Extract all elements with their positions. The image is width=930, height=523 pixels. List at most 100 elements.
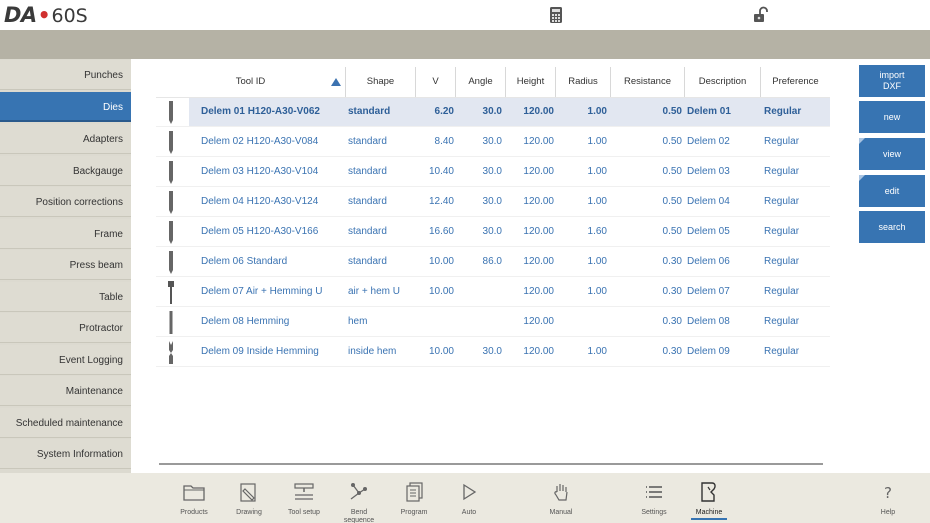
tool-setup-icon xyxy=(294,483,314,500)
table-row[interactable]: Delem 01 H120-A30-V062 standard 6.20 30.0 12… xyxy=(156,97,830,127)
table-row[interactable]: Delem 05 H120-A30-V166 standard 16.60 30.0 1… xyxy=(156,217,830,247)
cell-tool-id: Delem 03 H120-A30-V104 xyxy=(201,166,319,177)
sidebar-item-maintenance[interactable]: Maintenance xyxy=(0,376,131,406)
cell-preference: Regular xyxy=(764,166,800,177)
cell-tool-id: Delem 09 Inside Hemming xyxy=(201,346,319,357)
logo-brand: DA xyxy=(4,3,37,27)
table-header: Tool ID Shape V Angle Height Radius Resi… xyxy=(156,67,830,97)
cell-v: 10.00 xyxy=(428,286,454,297)
new-button[interactable]: new xyxy=(859,101,925,133)
table-row[interactable]: Delem 03 H120-A30-V104 standard 10.40 30.0 1… xyxy=(156,157,830,187)
cell-description: Delem 07 xyxy=(687,286,730,297)
sidebar-item-dies[interactable]: Dies xyxy=(0,92,131,122)
nav-label: Manual xyxy=(549,509,573,516)
sidebar-item-adapters[interactable]: Adapters xyxy=(0,124,131,154)
cell-resistance: 0.50 xyxy=(662,106,682,117)
help-icon: ? xyxy=(884,484,892,502)
cell-angle: 30.0 xyxy=(482,136,502,147)
sidebar-item-event-logging[interactable]: Event Logging xyxy=(0,345,131,375)
sidebar-item-press-beam[interactable]: Press beam xyxy=(0,250,131,280)
cell-angle: 30.0 xyxy=(482,166,502,177)
nav-bend-sequence[interactable]: Bend sequence xyxy=(335,474,383,523)
cell-resistance: 0.50 xyxy=(662,196,682,207)
cell-preference: Regular xyxy=(764,226,800,237)
sidebar-item-punches[interactable]: Punches xyxy=(0,60,131,90)
horizontal-scrollbar[interactable] xyxy=(159,463,823,465)
calculator-icon[interactable] xyxy=(547,6,565,24)
cell-v: 8.40 xyxy=(434,136,454,147)
nav-help[interactable]: ? Help xyxy=(864,474,912,522)
cell-height: 120.00 xyxy=(523,346,554,357)
cell-height: 120.00 xyxy=(523,226,554,237)
table-row[interactable]: Delem 04 H120-A30-V124 standard 12.40 30.0 1… xyxy=(156,187,830,217)
column-label: Tool ID xyxy=(235,76,266,87)
cell-tool-id: Delem 01 H120-A30-V062 xyxy=(201,106,320,117)
column-header-radius[interactable]: Radius xyxy=(556,67,611,97)
table-row[interactable]: Delem 08 Hemming hem 120.00 0.30 Delem 08 Reg… xyxy=(156,307,830,337)
nav-settings[interactable]: Settings xyxy=(630,474,678,522)
search-button[interactable]: search xyxy=(859,211,925,243)
cell-resistance: 0.50 xyxy=(662,166,682,177)
sidebar-item-backgauge[interactable]: Backgauge xyxy=(0,156,131,186)
column-header-preference[interactable]: Preference xyxy=(761,67,830,97)
cell-resistance: 0.30 xyxy=(662,316,682,327)
unlocked-padlock-icon[interactable] xyxy=(752,6,770,24)
cell-preference: Regular xyxy=(764,136,800,147)
import-dxf-button[interactable]: import DXF xyxy=(859,65,925,97)
cell-height: 120.00 xyxy=(523,286,554,297)
machine-icon xyxy=(701,482,716,502)
cell-preference: Regular xyxy=(764,286,800,297)
column-header-angle[interactable]: Angle xyxy=(456,67,506,97)
column-header-tool-id[interactable]: Tool ID xyxy=(156,67,346,97)
cell-description: Delem 05 xyxy=(687,226,730,237)
column-header-v[interactable]: V xyxy=(416,67,456,97)
edit-button[interactable]: edit xyxy=(859,175,925,207)
column-header-resistance[interactable]: Resistance xyxy=(611,67,685,97)
nav-machine[interactable]: Machine xyxy=(685,474,733,522)
cell-shape: standard xyxy=(348,226,387,237)
bend-sequence-icon xyxy=(350,483,367,500)
cell-radius xyxy=(561,307,607,337)
die-profile-icon xyxy=(168,281,174,304)
cell-preference: Regular xyxy=(764,106,802,117)
nav-tool-setup[interactable]: Tool setup xyxy=(280,474,328,522)
sidebar-item-protractor[interactable]: Protractor xyxy=(0,313,131,343)
cell-resistance: 0.50 xyxy=(662,226,682,237)
sort-ascending-icon xyxy=(331,78,341,86)
logo-dot: • xyxy=(37,3,51,27)
cell-v: 6.20 xyxy=(434,106,454,117)
table-row[interactable]: Delem 07 Air + Hemming U air + hem U 10.00… xyxy=(156,277,830,307)
nav-label: Bend sequence xyxy=(343,509,375,523)
drawing-pencil-icon xyxy=(240,483,256,502)
column-header-height[interactable]: Height xyxy=(506,67,556,97)
sidebar-item-table[interactable]: Table xyxy=(0,282,131,312)
table-row[interactable]: Delem 09 Inside Hemming inside hem 10.00 30… xyxy=(156,337,830,367)
column-header-shape[interactable]: Shape xyxy=(346,67,416,97)
nav-manual[interactable]: Manual xyxy=(537,474,585,522)
cell-resistance: 0.30 xyxy=(662,286,682,297)
cell-preference: Regular xyxy=(764,346,800,357)
table-row[interactable]: Delem 02 H120-A30-V084 standard 8.40 30.0 12… xyxy=(156,127,830,157)
cell-height: 120.00 xyxy=(523,256,554,267)
cell-description: Delem 03 xyxy=(687,166,730,177)
column-header-description[interactable]: Description xyxy=(685,67,761,97)
nav-products[interactable]: Products xyxy=(170,474,218,522)
nav-drawing[interactable]: Drawing xyxy=(225,474,273,522)
nav-program[interactable]: Program xyxy=(390,474,438,522)
sidebar-item-system-information[interactable]: System Information xyxy=(0,439,131,469)
table-row[interactable]: Delem 06 Standard standard 10.00 86.0 120.00… xyxy=(156,247,830,277)
logo-model: 60S xyxy=(51,5,88,27)
die-profile-icon xyxy=(169,101,173,124)
view-button[interactable]: view xyxy=(859,138,925,170)
sidebar-item-position-corrections[interactable]: Position corrections xyxy=(0,187,131,217)
sidebar-item-scheduled-maintenance[interactable]: Scheduled maintenance xyxy=(0,408,131,438)
nav-auto[interactable]: Auto xyxy=(445,474,493,522)
die-profile-icon xyxy=(169,341,173,364)
cell-height: 120.00 xyxy=(523,196,554,207)
sidebar-item-frame[interactable]: Frame xyxy=(0,219,131,249)
cell-angle: 30.0 xyxy=(482,196,502,207)
top-header: DA•60S xyxy=(0,0,930,30)
sidebar: Punches Dies Adapters Backgauge Position… xyxy=(0,59,131,473)
cell-description: Delem 09 xyxy=(687,346,730,357)
nav-label: Help xyxy=(880,509,896,516)
